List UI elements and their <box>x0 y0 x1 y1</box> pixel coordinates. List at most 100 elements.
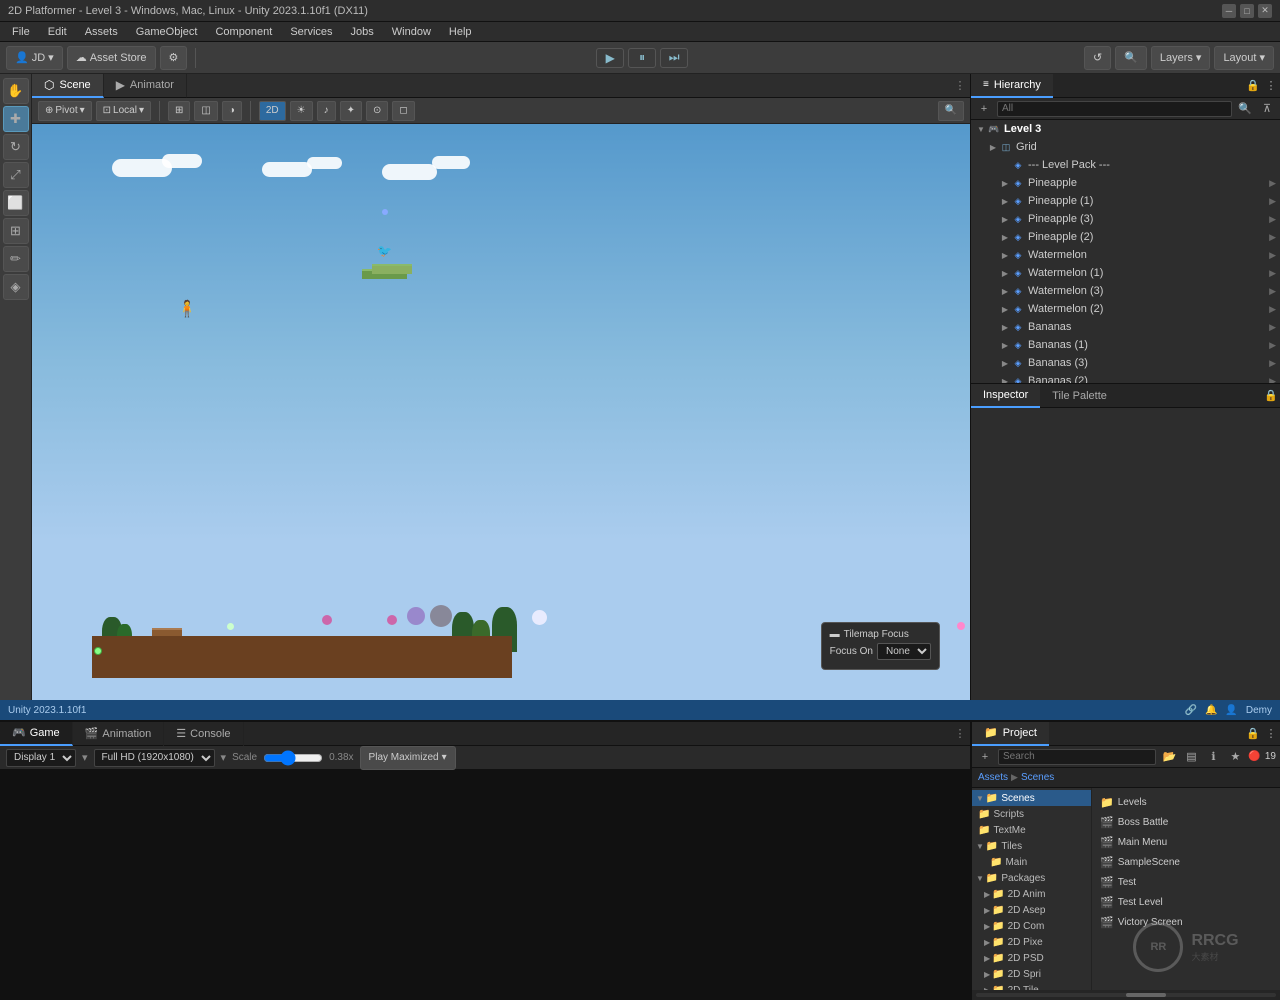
gizmos-button[interactable]: ⊙ <box>366 101 388 121</box>
tab-project[interactable]: 📁 Project <box>972 722 1049 746</box>
tilemap-focus-select[interactable]: None <box>877 643 931 660</box>
file-item-levels[interactable]: 📁 Levels <box>1096 792 1276 812</box>
tab-tile-palette[interactable]: Tile Palette <box>1040 384 1119 408</box>
project-scrollbar[interactable] <box>972 990 1280 1000</box>
local-button[interactable]: ⊡ Local ▾ <box>96 101 151 121</box>
hierarchy-item-pineapple2[interactable]: ▶ ◈ Pineapple (2) ▶ <box>971 228 1280 246</box>
tree-item-2dspri[interactable]: ▶ 📁 2D Spri <box>972 966 1091 982</box>
menu-component[interactable]: Component <box>207 24 280 40</box>
resolution-select[interactable]: Full HD (1920x1080) <box>94 749 215 767</box>
grid-snap-button[interactable]: ⊞ <box>168 101 190 121</box>
tab-console[interactable]: ☰ Console <box>164 722 243 746</box>
selection-handle[interactable] <box>94 647 102 655</box>
tree-item-2dpixe[interactable]: ▶ 📁 2D Pixe <box>972 934 1091 950</box>
menu-gameobject[interactable]: GameObject <box>128 24 206 40</box>
tree-item-tiles-main[interactable]: 📁 Main <box>972 854 1091 870</box>
menu-services[interactable]: Services <box>282 24 340 40</box>
tree-item-2dasep[interactable]: ▶ 📁 2D Asep <box>972 902 1091 918</box>
scrollbar-thumb[interactable] <box>1126 993 1166 997</box>
render-mode-button[interactable]: ◑ <box>222 101 242 121</box>
fx-button[interactable]: ✦ <box>340 101 362 121</box>
hierarchy-item-bananas1[interactable]: ▶ ◈ Bananas (1) ▶ <box>971 336 1280 354</box>
hierarchy-search[interactable] <box>997 101 1232 117</box>
hierarchy-item-watermelon[interactable]: ▶ ◈ Watermelon ▶ <box>971 246 1280 264</box>
account-button[interactable]: 👤 JD ▾ <box>6 46 63 70</box>
transform-tool[interactable]: ⊞ <box>3 218 29 244</box>
hierarchy-item-bananas[interactable]: ▶ ◈ Bananas ▶ <box>971 318 1280 336</box>
tree-item-scenes[interactable]: ▼ 📁 Scenes <box>972 790 1091 806</box>
tree-item-tiles[interactable]: ▼ 📁 Tiles <box>972 838 1091 854</box>
hierarchy-item-levelpack[interactable]: ◈ --- Level Pack --- <box>971 156 1280 174</box>
menu-file[interactable]: File <box>4 24 38 40</box>
layers-button[interactable]: Layers ▾ <box>1151 46 1211 70</box>
hierarchy-item-grid[interactable]: ▶ ◫ Grid <box>971 138 1280 156</box>
file-item-test[interactable]: 🎬 Test <box>1096 872 1276 892</box>
display-select[interactable]: Display 1 <box>6 749 76 767</box>
minimize-button[interactable]: ─ <box>1222 4 1236 18</box>
pivot-button[interactable]: ⊕ Pivot ▾ <box>38 101 92 121</box>
play-maximized-button[interactable]: Play Maximized ▾ <box>360 746 456 770</box>
undo-history-button[interactable]: ↺ <box>1084 46 1111 70</box>
tab-scene[interactable]: ⬡ Scene <box>32 74 104 98</box>
file-item-samplescene[interactable]: 🎬 SampleScene <box>1096 852 1276 872</box>
hierarchy-item-watermelon2[interactable]: ▶ ◈ Watermelon (2) ▶ <box>971 300 1280 318</box>
tab-animator[interactable]: ▶ Animator <box>104 74 187 98</box>
menu-edit[interactable]: Edit <box>40 24 75 40</box>
hidden-button[interactable]: ◻ <box>392 101 414 121</box>
hierarchy-scroll-top[interactable]: ⊼ <box>1258 100 1276 118</box>
custom-editor-tool[interactable]: ✏ <box>3 246 29 272</box>
file-item-bossbattle[interactable]: 🎬 Boss Battle <box>1096 812 1276 832</box>
breadcrumb-assets[interactable]: Assets <box>978 772 1008 783</box>
file-item-testlevel[interactable]: 🎬 Test Level <box>1096 892 1276 912</box>
lighting-button[interactable]: ☀ <box>290 101 313 121</box>
maximize-button[interactable]: □ <box>1240 4 1254 18</box>
hand-tool[interactable]: ✋ <box>3 78 29 104</box>
2d-mode-button[interactable]: 2D <box>259 101 286 121</box>
step-button[interactable]: ⏭ <box>660 48 688 68</box>
audio-button[interactable]: ♪ <box>317 101 336 121</box>
hierarchy-item-pineapple1[interactable]: ▶ ◈ Pineapple (1) ▶ <box>971 192 1280 210</box>
settings-button[interactable]: ⚙ <box>160 46 188 70</box>
vertex-snap-button[interactable]: ◫ <box>194 101 217 121</box>
move-tool[interactable]: ✚ <box>3 106 29 132</box>
folder-view-button[interactable]: 📂 <box>1160 748 1178 766</box>
hierarchy-item-watermelon3[interactable]: ▶ ◈ Watermelon (3) ▶ <box>971 282 1280 300</box>
play-button[interactable]: ▶ <box>596 48 624 68</box>
file-item-mainmenu[interactable]: 🎬 Main Menu <box>1096 832 1276 852</box>
tab-animation[interactable]: 🎬 Animation <box>73 722 165 746</box>
tree-item-packages[interactable]: ▼ 📁 Packages <box>972 870 1091 886</box>
project-search[interactable] <box>998 749 1156 765</box>
notification-icon[interactable]: 🔔 <box>1205 705 1217 716</box>
project-menu-button[interactable]: ⋮ <box>1262 725 1280 743</box>
rect-tool[interactable]: ⬜ <box>3 190 29 216</box>
menu-jobs[interactable]: Jobs <box>343 24 382 40</box>
layout-button[interactable]: Layout ▾ <box>1214 46 1274 70</box>
scene-panel-menu[interactable]: ⋮ <box>950 76 970 96</box>
hierarchy-item-pineapple3[interactable]: ▶ ◈ Pineapple (3) ▶ <box>971 210 1280 228</box>
star-button[interactable]: ★ <box>1226 748 1244 766</box>
close-button[interactable]: ✕ <box>1258 4 1272 18</box>
add-hierarchy-button[interactable]: + <box>975 100 993 118</box>
hierarchy-menu-button[interactable]: ⋮ <box>1262 77 1280 95</box>
tree-item-2dcom[interactable]: ▶ 📁 2D Com <box>972 918 1091 934</box>
inspector-lock-button[interactable]: 🔒 <box>1262 387 1280 405</box>
tree-item-textme[interactable]: 📁 TextMe <box>972 822 1091 838</box>
hierarchy-item-level3[interactable]: ▼ 🎮 Level 3 <box>971 120 1280 138</box>
search-button[interactable]: 🔍 <box>1115 46 1147 70</box>
tree-item-scripts[interactable]: 📁 Scripts <box>972 806 1091 822</box>
rotate-tool[interactable]: ↻ <box>3 134 29 160</box>
tree-item-2dtile[interactable]: ▶ 📁 2D Tile <box>972 982 1091 990</box>
tree-item-2danim[interactable]: ▶ 📁 2D Anim <box>972 886 1091 902</box>
hierarchy-item-pineapple[interactable]: ▶ ◈ Pineapple ▶ <box>971 174 1280 192</box>
menu-assets[interactable]: Assets <box>77 24 126 40</box>
user-icon[interactable]: 👤 <box>1225 705 1237 716</box>
hierarchy-item-bananas2[interactable]: ▶ ◈ Bananas (2) ▶ <box>971 372 1280 383</box>
hierarchy-item-bananas3[interactable]: ▶ ◈ Bananas (3) ▶ <box>971 354 1280 372</box>
tab-inspector[interactable]: Inspector <box>971 384 1040 408</box>
game-panel-menu[interactable]: ⋮ <box>950 724 970 744</box>
tab-hierarchy[interactable]: ≡ Hierarchy <box>971 74 1053 98</box>
project-lock-button[interactable]: 🔒 <box>1244 725 1262 743</box>
menu-help[interactable]: Help <box>441 24 480 40</box>
tree-item-2dpsd[interactable]: ▶ 📁 2D PSD <box>972 950 1091 966</box>
hierarchy-lock-button[interactable]: 🔒 <box>1244 77 1262 95</box>
